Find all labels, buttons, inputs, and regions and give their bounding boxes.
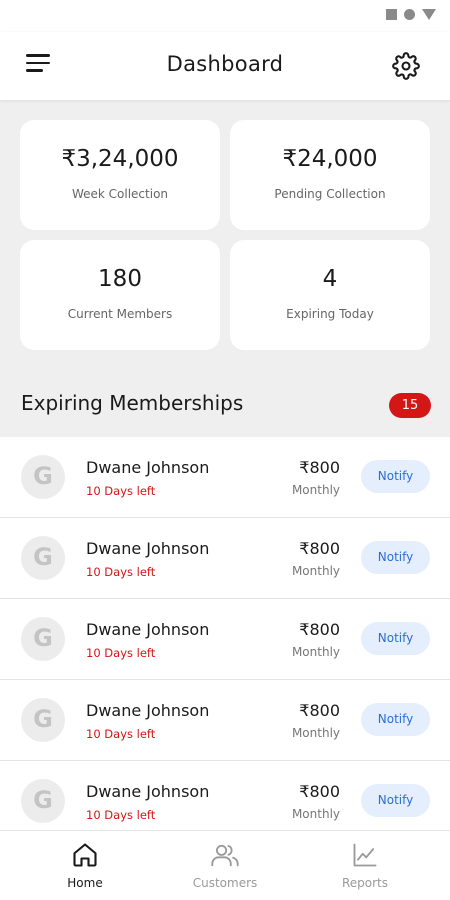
plan-type: Monthly (291, 645, 340, 659)
member-name: Dwane Johnson (86, 782, 210, 801)
list-item[interactable]: G Dwane Johnson 10 Days left ₹800 Monthl… (0, 761, 450, 830)
price: ₹800 (299, 458, 340, 477)
stat-value: ₹3,24,000 (61, 146, 179, 172)
price: ₹800 (299, 701, 340, 720)
stat-card-week-collection[interactable]: ₹3,24,000 Week Collection (20, 120, 220, 230)
price: ₹800 (299, 782, 340, 801)
chart-icon (353, 843, 377, 867)
app-bar: Dashboard (0, 32, 450, 100)
plan-type: Monthly (291, 807, 340, 821)
avatar-logo: G (33, 705, 53, 733)
stat-card-pending-collection[interactable]: ₹24,000 Pending Collection (230, 120, 430, 230)
price: ₹800 (299, 539, 340, 558)
list-item[interactable]: G Dwane Johnson 10 Days left ₹800 Monthl… (0, 599, 450, 680)
plan-type: Monthly (291, 726, 340, 740)
price: ₹800 (299, 620, 340, 639)
avatar: G (21, 698, 65, 742)
notify-button[interactable]: Notify (361, 460, 430, 493)
avatar-logo: G (33, 624, 53, 652)
avatar: G (21, 617, 65, 661)
signal-dot-icon (404, 9, 415, 20)
nav-item-reports[interactable]: Reports (310, 841, 420, 890)
stat-label: Week Collection (71, 187, 169, 201)
stat-value: ₹24,000 (282, 146, 378, 172)
notify-button[interactable]: Notify (361, 784, 430, 817)
stat-value: 4 (322, 266, 338, 292)
member-name: Dwane Johnson (86, 620, 210, 639)
avatar-logo: G (33, 543, 53, 571)
member-name: Dwane Johnson (86, 458, 210, 477)
nav-label: Home (67, 876, 103, 890)
expiring-list: G Dwane Johnson 10 Days left ₹800 Monthl… (0, 437, 450, 830)
avatar: G (21, 779, 65, 823)
status-icons (386, 9, 436, 20)
settings-button[interactable] (392, 52, 420, 80)
status-bar (0, 0, 450, 32)
gear-icon (392, 52, 420, 80)
page-title: Dashboard (166, 52, 284, 76)
plan-type: Monthly (291, 483, 340, 497)
list-item[interactable]: G Dwane Johnson 10 Days left ₹800 Monthl… (0, 518, 450, 599)
wifi-triangle-icon (422, 9, 436, 20)
days-left: 10 Days left (86, 808, 156, 822)
avatar: G (21, 455, 65, 499)
nav-item-customers[interactable]: Customers (170, 841, 280, 890)
nav-label: Customers (192, 876, 258, 890)
notify-button[interactable]: Notify (361, 703, 430, 736)
stat-value: 180 (98, 266, 142, 292)
notify-button[interactable]: Notify (361, 541, 430, 574)
notify-button[interactable]: Notify (361, 622, 430, 655)
days-left: 10 Days left (86, 727, 156, 741)
days-left: 10 Days left (86, 484, 156, 498)
bottom-nav: Home Customers Reports (0, 830, 450, 900)
avatar-logo: G (33, 462, 53, 490)
users-icon (211, 844, 239, 867)
days-left: 10 Days left (86, 646, 156, 660)
stat-card-current-members[interactable]: 180 Current Members (20, 240, 220, 350)
nav-label: Reports (341, 876, 389, 890)
avatar-logo: G (33, 786, 53, 814)
stat-label: Current Members (67, 307, 173, 321)
list-item[interactable]: G Dwane Johnson 10 Days left ₹800 Monthl… (0, 437, 450, 518)
stat-label: Expiring Today (286, 307, 374, 321)
plan-type: Monthly (291, 564, 340, 578)
member-name: Dwane Johnson (86, 539, 210, 558)
list-item[interactable]: G Dwane Johnson 10 Days left ₹800 Monthl… (0, 680, 450, 761)
stat-label: Pending Collection (274, 187, 386, 201)
stat-card-expiring-today[interactable]: 4 Expiring Today (230, 240, 430, 350)
section-title: Expiring Memberships (21, 391, 244, 415)
member-name: Dwane Johnson (86, 701, 210, 720)
count-badge: 15 (389, 393, 431, 418)
notification-square-icon (386, 9, 397, 20)
nav-item-home[interactable]: Home (30, 841, 140, 890)
avatar: G (21, 536, 65, 580)
days-left: 10 Days left (86, 565, 156, 579)
home-icon (73, 843, 97, 867)
